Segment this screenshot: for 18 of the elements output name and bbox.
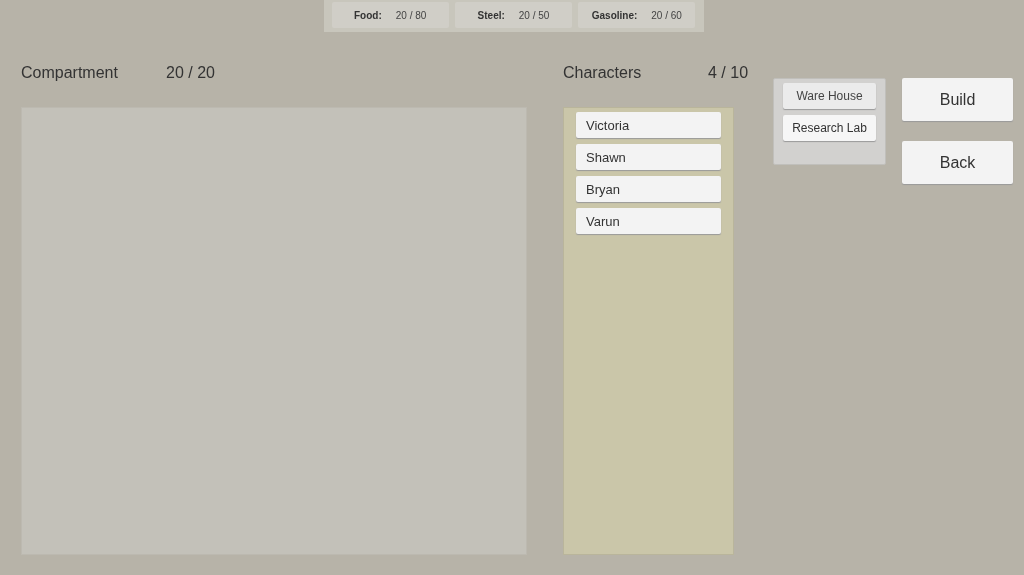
character-item[interactable]: Bryan — [576, 176, 721, 202]
building-button[interactable]: Ware House — [783, 83, 876, 109]
resource-value: 20 / 60 — [651, 9, 682, 21]
action-button[interactable]: Build — [902, 78, 1013, 121]
resource-label: Gasoline: — [591, 9, 638, 21]
resource-value: 20 / 50 — [518, 9, 550, 21]
resource-value: 20 / 80 — [395, 9, 427, 21]
action-button[interactable]: Back — [902, 141, 1013, 184]
compartment-title: Compartment — [21, 64, 119, 83]
resource-label: Food: — [354, 9, 382, 21]
characters-title: Characters — [563, 64, 643, 83]
compartment-count: 20 / 20 — [166, 64, 215, 83]
character-item[interactable]: Victoria — [576, 112, 721, 138]
character-item[interactable]: Shawn — [576, 144, 721, 170]
characters-count: 4 / 10 — [708, 64, 749, 83]
resource-label: Steel: — [477, 9, 505, 21]
building-button[interactable]: Research Lab — [783, 115, 876, 141]
character-item[interactable]: Varun — [576, 208, 721, 234]
